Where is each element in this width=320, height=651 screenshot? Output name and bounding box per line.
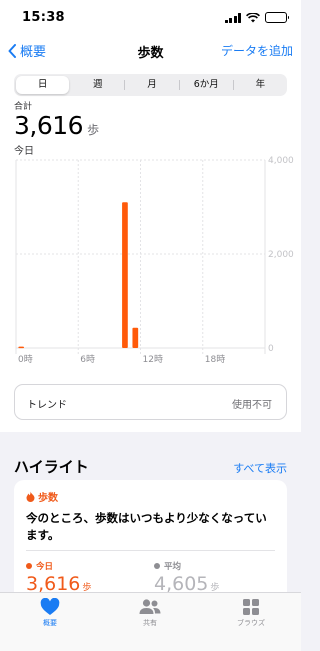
card-divider — [26, 550, 275, 551]
heart-icon — [40, 598, 60, 615]
highlight-category-label: 歩数 — [38, 493, 58, 504]
x-tick-label: 0時 — [18, 354, 33, 365]
x-tick-label: 12時 — [143, 354, 163, 365]
segment-month[interactable]: 月 — [125, 74, 178, 96]
status-time: 15:38 — [22, 10, 65, 25]
average-dot-icon — [154, 563, 160, 569]
total-steps: 3,616 歩 — [14, 111, 99, 140]
trend-label: トレンド — [27, 400, 67, 411]
total-steps-value: 3,616 — [14, 111, 84, 140]
steps-bar — [122, 202, 128, 348]
highlight-category: 歩数 — [26, 489, 58, 504]
highlight-card[interactable]: 歩数 今のところ、歩数はいつもより少なくなっています。 今日 3,616 歩 平均… — [14, 480, 287, 592]
total-steps-unit: 歩 — [87, 123, 99, 137]
grid-icon — [243, 599, 259, 615]
steps-detail-panel: 日 週 月 6か月 年 合計 3,616 歩 今日 0 2,000 4,000 0時 6時… — [0, 66, 301, 432]
today-dot-icon — [26, 563, 32, 569]
today-stat: 今日 3,616 歩 — [26, 560, 91, 592]
show-all-link[interactable]: すべて表示 — [233, 460, 287, 476]
trend-row[interactable]: トレンド 使用不可 — [14, 384, 287, 420]
today-label: 今日 — [36, 562, 54, 572]
today-unit: 歩 — [82, 583, 92, 592]
average-label: 平均 — [164, 562, 182, 572]
x-tick-label: 18時 — [205, 354, 225, 365]
tab-browse-label: ブラウズ — [237, 619, 265, 627]
wifi-icon — [246, 12, 260, 22]
segment-year[interactable]: 年 — [234, 74, 287, 96]
trend-status: 使用不可 — [232, 400, 272, 411]
y-tick-label: 0 — [268, 344, 274, 354]
segment-day[interactable]: 日 — [16, 76, 70, 94]
flame-icon — [26, 491, 35, 502]
time-range-segmented-control: 日 週 月 6か月 年 — [14, 74, 287, 96]
status-icons — [224, 12, 289, 23]
y-tick-label: 2,000 — [268, 250, 294, 260]
tab-bar: 概要 共有 ブラウズ — [0, 592, 301, 651]
highlight-message: 今のところ、歩数はいつもより少なくなっています。 — [26, 511, 267, 542]
x-tick-label: 6時 — [80, 354, 95, 365]
highlights-section: ハイライト すべて表示 歩数 今のところ、歩数はいつもより少なくなっています。 … — [0, 432, 301, 592]
steps-bar-chart[interactable]: 0 2,000 4,000 0時 6時 12時 18時 — [0, 154, 301, 374]
average-value: 4,605 — [154, 573, 209, 592]
average-unit: 歩 — [210, 583, 220, 592]
tab-sharing-label: 共有 — [143, 619, 157, 627]
add-data-button[interactable]: データを追加 — [221, 42, 293, 59]
tab-browse[interactable]: ブラウズ — [216, 598, 286, 628]
steps-bar — [132, 327, 139, 348]
tab-summary-label: 概要 — [43, 619, 57, 627]
highlights-title: ハイライト — [14, 458, 89, 476]
battery-icon — [265, 12, 289, 23]
tab-summary[interactable]: 概要 — [15, 598, 85, 628]
segment-week[interactable]: 週 — [71, 74, 124, 96]
steps-bar — [18, 346, 25, 349]
status-bar: 15:38 — [0, 0, 301, 36]
y-tick-label: 4,000 — [268, 156, 294, 166]
people-icon — [139, 599, 161, 614]
cellular-signal-icon — [224, 12, 241, 23]
navigation-bar: 概要 歩数 データを追加 — [0, 36, 301, 66]
today-value: 3,616 — [26, 573, 81, 592]
tab-sharing[interactable]: 共有 — [115, 598, 185, 628]
segment-6-months[interactable]: 6か月 — [180, 74, 233, 96]
average-stat: 平均 4,605 歩 — [154, 560, 219, 592]
